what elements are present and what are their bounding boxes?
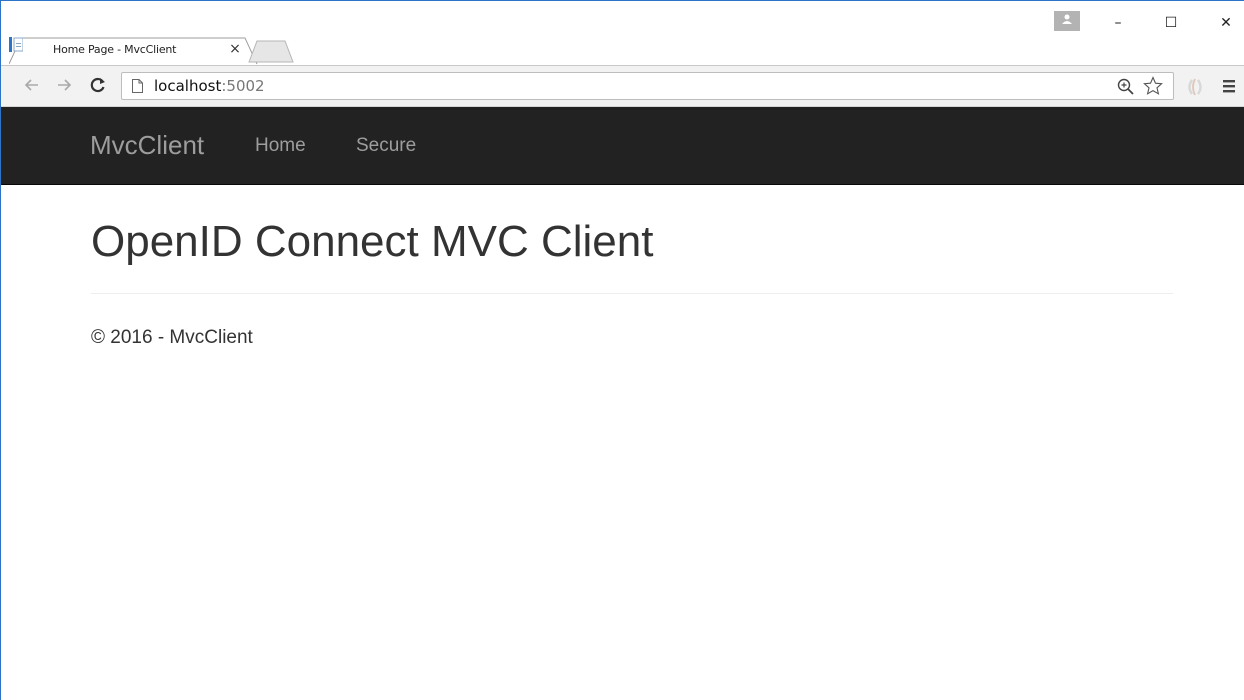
tab-close-icon[interactable]: × xyxy=(227,41,243,57)
browser-window: Home Page - MvcClient × – ☐ ✕ localhost:… xyxy=(0,0,1244,700)
arrow-right-icon[interactable] xyxy=(53,74,75,96)
profile-icon[interactable] xyxy=(1054,11,1080,31)
page-viewport: MvcClient Home Secure OpenID Connect MVC… xyxy=(1,107,1244,700)
brand-link[interactable]: MvcClient xyxy=(90,130,204,161)
footer-divider xyxy=(91,293,1173,294)
browser-toolbar: localhost:5002 xyxy=(1,65,1244,107)
address-bar[interactable]: localhost:5002 xyxy=(121,72,1174,100)
extension-icon[interactable] xyxy=(1185,77,1205,97)
nav-link-home[interactable]: Home xyxy=(255,135,306,157)
url-port: :5002 xyxy=(221,77,265,95)
tab-title: Home Page - MvcClient xyxy=(53,43,177,56)
footer-copyright: © 2016 - MvcClient xyxy=(91,327,253,348)
minimize-button[interactable]: – xyxy=(1108,13,1128,33)
maximize-button[interactable]: ☐ xyxy=(1161,13,1181,33)
hamburger-menu-icon[interactable] xyxy=(1222,78,1236,94)
site-navbar: MvcClient Home Secure xyxy=(1,107,1244,185)
page-icon xyxy=(132,79,143,93)
nav-link-secure[interactable]: Secure xyxy=(356,135,416,157)
zoom-icon[interactable] xyxy=(1117,78,1135,96)
page-favicon-icon xyxy=(9,37,23,52)
arrow-left-icon[interactable] xyxy=(21,74,43,96)
reload-icon[interactable] xyxy=(87,74,109,96)
new-tab-button[interactable] xyxy=(247,39,295,63)
star-icon[interactable] xyxy=(1143,76,1163,96)
url-host: localhost xyxy=(154,77,222,95)
title-bar: Home Page - MvcClient × – ☐ ✕ xyxy=(1,1,1244,65)
close-window-button[interactable]: ✕ xyxy=(1216,13,1236,33)
page-title: OpenID Connect MVC Client xyxy=(91,217,654,266)
url-text: localhost:5002 xyxy=(154,77,265,95)
browser-tab[interactable]: Home Page - MvcClient × xyxy=(9,37,258,65)
